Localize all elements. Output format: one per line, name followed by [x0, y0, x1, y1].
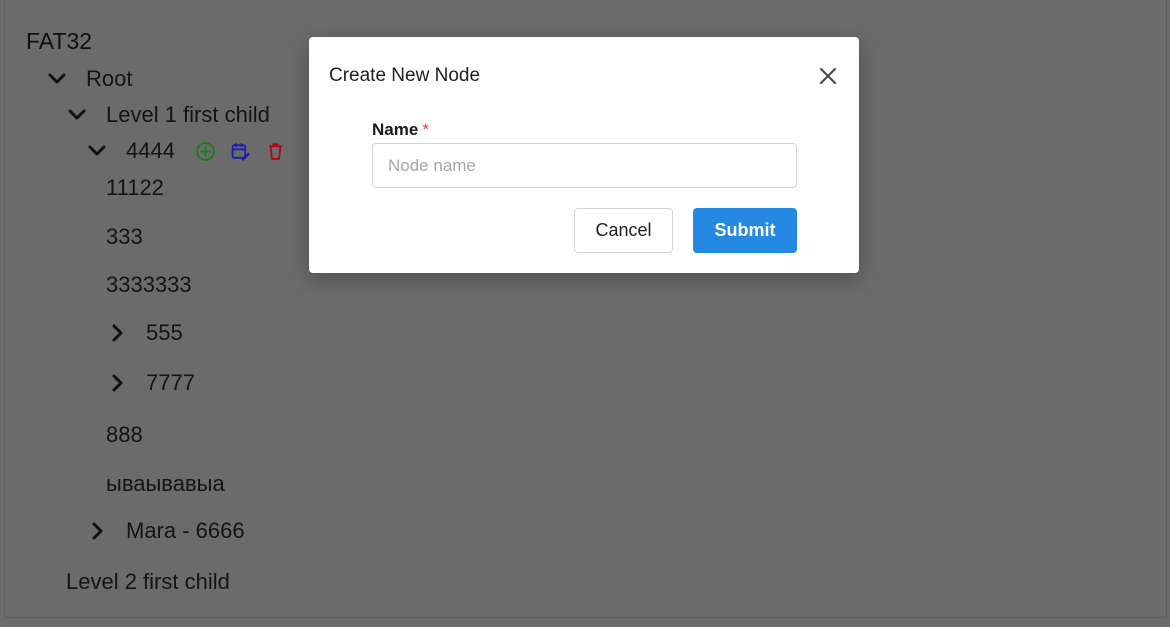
name-input[interactable] [372, 143, 797, 188]
name-field-label: Name * [372, 120, 429, 140]
cancel-button[interactable]: Cancel [574, 208, 673, 253]
modal-title: Create New Node [329, 65, 481, 86]
submit-button[interactable]: Submit [693, 208, 797, 253]
name-label-text: Name [372, 120, 419, 139]
required-marker: * [422, 120, 429, 139]
close-icon[interactable] [815, 63, 841, 89]
create-node-modal: Create New Node Name* Cancel Submit [309, 37, 859, 273]
